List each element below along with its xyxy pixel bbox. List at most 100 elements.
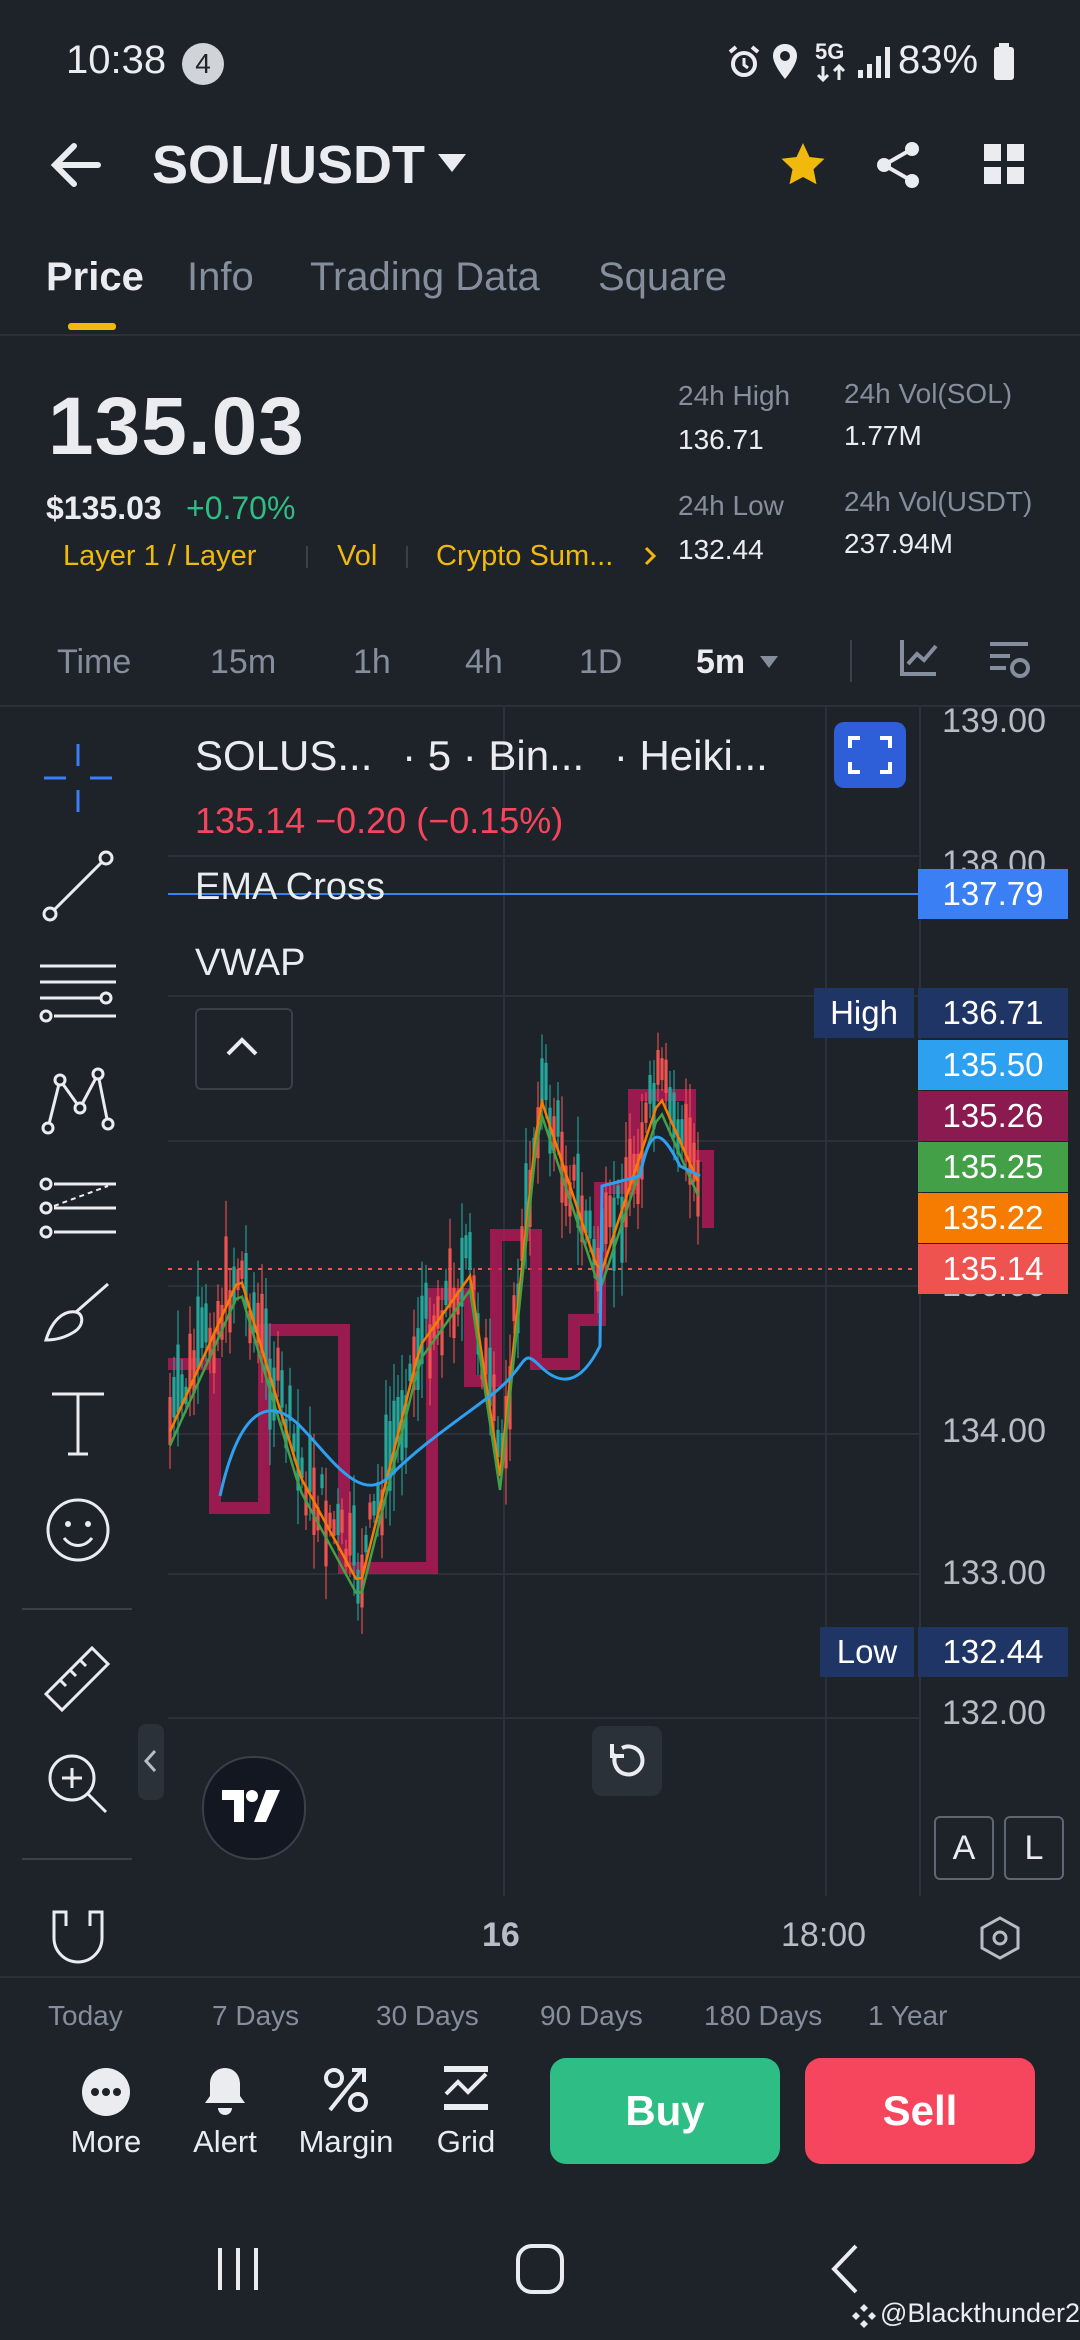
tag-separator [306, 546, 308, 568]
indicator-vwap[interactable]: VWAP [195, 942, 306, 985]
alert-button[interactable]: Alert [165, 2124, 285, 2160]
y-axis-label: 139.00 [942, 702, 1046, 740]
indicator-ema-cross[interactable]: EMA Cross [195, 866, 385, 909]
auto-scale-button[interactable]: A [934, 1816, 994, 1880]
location-icon [773, 44, 797, 79]
recent-apps-icon[interactable] [212, 2244, 264, 2294]
tag-crypto-summary[interactable]: Crypto Sum... [436, 540, 613, 573]
binance-logo-icon [852, 2304, 876, 2328]
alert-bell-icon[interactable] [202, 2064, 248, 2116]
interval-time[interactable]: Time [57, 643, 131, 682]
margin-icon[interactable] [322, 2064, 370, 2116]
candle-body [556, 1100, 560, 1137]
candle-body [588, 1210, 592, 1239]
interval-dropdown-icon[interactable] [758, 654, 780, 670]
timeframe-1-year[interactable]: 1 Year [868, 2000, 947, 2032]
candle-body [444, 1280, 448, 1306]
tab-price[interactable]: Price [46, 255, 144, 300]
chart-settings-hex-icon[interactable] [976, 1914, 1024, 1962]
candle-body [368, 1502, 372, 1520]
candle-body [172, 1377, 176, 1418]
price-tag-last: 135.14 [918, 1244, 1068, 1294]
buy-button[interactable]: Buy [550, 2058, 780, 2164]
share-icon[interactable] [874, 140, 924, 190]
magnet-tool-icon[interactable] [36, 1896, 120, 1980]
timeframe-today[interactable]: Today [48, 2000, 123, 2032]
pattern-tool-icon[interactable] [36, 1058, 120, 1142]
candle-body [308, 1435, 312, 1493]
chevron-left-icon[interactable] [142, 1748, 160, 1774]
log-scale-button[interactable]: L [1004, 1816, 1064, 1880]
legend-ohlc-values: 135.14 −0.20 (−0.15%) [195, 800, 564, 841]
data-arrows-icon [816, 64, 846, 82]
candle-body [240, 1260, 244, 1279]
home-icon[interactable] [514, 2242, 566, 2296]
trend-line-tool-icon[interactable] [36, 844, 120, 928]
candle-body [604, 1192, 608, 1245]
notification-count-badge: 4 [182, 43, 224, 85]
pair-dropdown-icon[interactable] [436, 152, 468, 176]
chevron-right-icon[interactable] [643, 545, 659, 567]
fib-retracement-tool-icon[interactable] [36, 1166, 120, 1250]
margin-button[interactable]: Margin [286, 2124, 406, 2160]
zoom-in-tool-icon[interactable] [36, 1742, 120, 1826]
interval-4h[interactable]: 4h [465, 643, 503, 682]
chart-settings-icon[interactable] [986, 636, 1032, 682]
back-nav-icon[interactable] [826, 2242, 866, 2296]
tag-separator [406, 546, 408, 568]
tab-square[interactable]: Square [598, 255, 727, 300]
interval-15m[interactable]: 15m [210, 643, 276, 682]
candle-body [660, 1058, 664, 1081]
interval-1d[interactable]: 1D [579, 643, 622, 682]
alarm-icon [728, 45, 760, 77]
timeframe-90-days[interactable]: 90 Days [540, 2000, 643, 2032]
brush-tool-icon[interactable] [36, 1272, 120, 1356]
legend-symbol: SOLUS... [195, 732, 373, 779]
reset-icon[interactable] [606, 1740, 648, 1782]
timeframe-180-days[interactable]: 180 Days [704, 2000, 822, 2032]
stat-24h-high-value: 136.71 [678, 424, 764, 455]
sell-button[interactable]: Sell [805, 2058, 1035, 2164]
price-tag-ema-fast: 135.25 [918, 1142, 1068, 1192]
last-price: 135.03 [48, 381, 305, 472]
pair-title[interactable]: SOL/USDT [152, 134, 425, 196]
more-button[interactable]: More [46, 2124, 166, 2160]
horizontal-lines-tool-icon[interactable] [36, 950, 120, 1034]
timeframe-7-days[interactable]: 7 Days [212, 2000, 299, 2032]
grid-trading-icon[interactable] [442, 2064, 490, 2114]
indicator-chart-icon[interactable] [898, 636, 940, 678]
tag-vol[interactable]: Vol [337, 540, 377, 573]
candle-body [328, 1512, 332, 1529]
candle-body [512, 1295, 516, 1322]
layout-grid-icon[interactable] [982, 142, 1026, 186]
candle-body [644, 1102, 648, 1123]
stat-24h-vol-sol-value: 1.77M [844, 420, 922, 451]
fullscreen-icon[interactable] [846, 732, 894, 778]
ruler-tool-icon[interactable] [36, 1636, 120, 1720]
grid-button[interactable]: Grid [406, 2124, 526, 2160]
candle-body [200, 1307, 204, 1348]
price-tag-ema: 137.79 [918, 869, 1068, 919]
more-icon[interactable] [80, 2066, 132, 2118]
crosshair-tool-icon[interactable] [36, 736, 120, 820]
interval-5m-selected[interactable]: 5m [696, 643, 745, 682]
timeframe-30-days[interactable]: 30 Days [376, 2000, 479, 2032]
price-tag-ha: 135.26 [918, 1091, 1068, 1141]
favorite-star-icon[interactable] [778, 140, 828, 190]
tag-layer1[interactable]: Layer 1 / Layer [63, 540, 256, 573]
candle-body [320, 1474, 324, 1489]
candle-body [572, 1164, 576, 1181]
interval-1h[interactable]: 1h [353, 643, 391, 682]
candle-body [696, 1160, 700, 1217]
back-arrow-icon[interactable] [48, 140, 104, 190]
price-in-usd: $135.03 [46, 490, 162, 526]
candle-body [492, 1374, 496, 1421]
tab-info[interactable]: Info [187, 255, 254, 300]
legend-interval-exchange: · 5 · Bin... [402, 732, 585, 779]
emoji-tool-icon[interactable] [36, 1488, 120, 1572]
text-tool-icon[interactable] [36, 1380, 120, 1464]
candle-body [364, 1534, 368, 1553]
candle-body [204, 1303, 208, 1343]
chevron-up-icon[interactable] [224, 1034, 260, 1058]
tab-trading-data[interactable]: Trading Data [310, 255, 540, 300]
